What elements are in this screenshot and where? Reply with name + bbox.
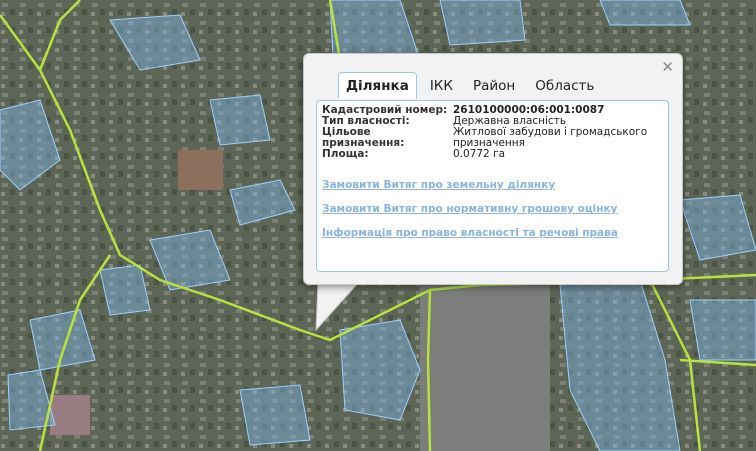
- parcel-info-panel: Кадастровий номер: 2610100000:06:001:008…: [316, 100, 669, 272]
- rail-yard: [420, 280, 550, 451]
- purpose-row: Цільове призначення: Житлової забудови і…: [322, 127, 658, 149]
- land-parcel[interactable]: [209, 94, 271, 146]
- tab-ikk[interactable]: ІКК: [423, 73, 460, 98]
- area-value: 0.0772 га: [453, 148, 506, 160]
- ownership-rights-info-link[interactable]: Інформація про право власності та речові…: [322, 227, 618, 239]
- land-parcel[interactable]: [689, 299, 756, 361]
- order-parcel-extract-link[interactable]: Замовити Витяг про земельну ділянку: [322, 179, 618, 191]
- close-icon[interactable]: ✕: [661, 58, 674, 76]
- parcel-info-popup: ✕ Ділянка ІКК Район Область Кадастровий …: [303, 53, 683, 285]
- tab-parcel[interactable]: Ділянка: [338, 72, 417, 99]
- tab-district[interactable]: Район: [466, 73, 522, 98]
- rooftop: [50, 395, 90, 435]
- rooftop: [178, 150, 223, 190]
- field-label: Цільове призначення:: [322, 126, 405, 149]
- tab-region[interactable]: Область: [528, 73, 601, 98]
- purpose-value: Житлової забудови і громадського признач…: [453, 126, 648, 149]
- popup-tabs: Ділянка ІКК Район Область: [338, 72, 607, 99]
- land-parcel[interactable]: [439, 0, 526, 46]
- field-label: Площа:: [322, 148, 369, 160]
- land-parcel[interactable]: [599, 0, 691, 26]
- order-valuation-extract-link[interactable]: Замовити Витяг про нормативну грошову оц…: [322, 203, 618, 215]
- area-row: Площа: 0.0772 га: [322, 149, 658, 160]
- land-parcel[interactable]: [239, 384, 311, 446]
- action-links: Замовити Витяг про земельну ділянку Замо…: [322, 179, 618, 251]
- parcel-details: Кадастровий номер: 2610100000:06:001:008…: [322, 105, 658, 160]
